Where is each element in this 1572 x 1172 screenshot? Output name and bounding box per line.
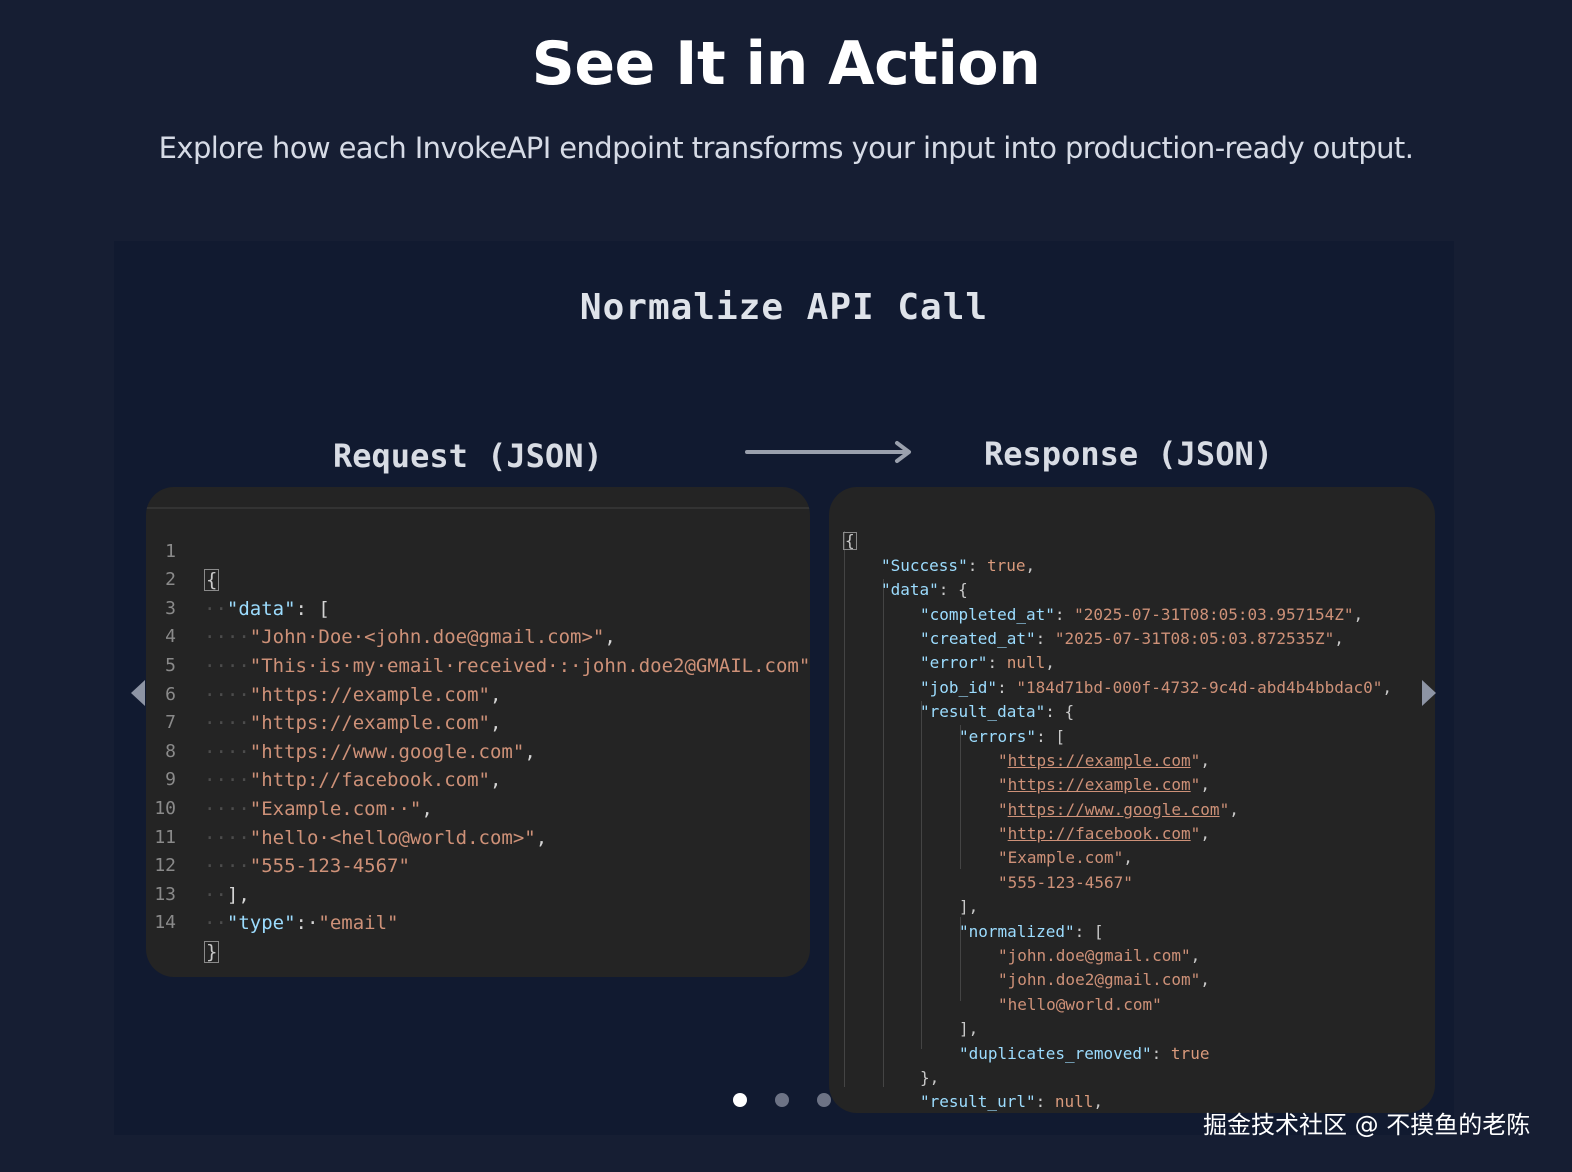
json-key: "created_at" — [920, 628, 1036, 648]
request-label: Request (JSON) — [333, 437, 603, 475]
response-code-lines: { "Success": true, "data": { "completed_… — [829, 505, 1393, 1112]
response-code-viewer[interactable]: { "Success": true, "data": { "completed_… — [829, 487, 1435, 1113]
json-key: "completed_at" — [920, 604, 1055, 624]
json-string: "Example.com··" — [249, 797, 422, 820]
code-line: 1 { — [146, 509, 238, 592]
json-value: true — [1170, 1043, 1210, 1063]
code-line: "https://example.com", — [998, 750, 1210, 770]
json-string: "https://example.com" — [249, 683, 490, 706]
json-string: "john.doe@gmail.com" — [998, 946, 1191, 966]
code-line: "result_url": null, — [920, 1092, 1104, 1112]
json-string: "https://www.google.com" — [249, 740, 525, 763]
code-line: "https://www.google.com", — [998, 799, 1239, 819]
json-key: "result_data" — [920, 702, 1046, 722]
code-line: "Success": true, — [881, 555, 1036, 575]
code-line: "duplicates_removed": true — [959, 1043, 1210, 1063]
close-brace: } — [204, 940, 220, 963]
indent-guide — [921, 701, 922, 1049]
json-key: "error" — [920, 653, 988, 673]
json-key: "job_id" — [920, 677, 998, 697]
editor-divider — [146, 507, 810, 509]
code-line: 11 ····"555-123-4567" — [146, 795, 410, 878]
error-link[interactable]: https://example.com — [1008, 751, 1191, 770]
code-line: "data": { — [881, 580, 968, 600]
code-line: 10 ····"hello·<hello@world.com>", — [146, 766, 547, 849]
code-line: "created_at": "2025-07-31T08:05:03.87253… — [920, 628, 1344, 648]
json-key: "errors" — [959, 726, 1037, 746]
arrow-right-icon — [745, 441, 911, 463]
code-line: 9 ····"Example.com··", — [146, 738, 433, 820]
code-line: 12 ··], — [146, 824, 249, 906]
carousel-dot-3[interactable] — [817, 1093, 831, 1107]
triangle-left-icon — [131, 680, 145, 706]
error-link[interactable]: https://example.com — [1008, 775, 1191, 794]
code-line: "john.doe@gmail.com", — [998, 946, 1201, 966]
json-punct: : [ — [295, 597, 330, 620]
code-line: "http://facebook.com", — [998, 824, 1210, 844]
page: See It in Action Explore how each Invoke… — [0, 0, 1572, 1172]
code-line: }, — [920, 1068, 940, 1087]
code-line: 14 } — [146, 881, 238, 963]
code-line: "https://example.com", — [998, 775, 1210, 795]
page-subtitle: Explore how each InvokeAPI endpoint tran… — [158, 131, 1414, 165]
code-line: 6 ····"https://example.com", — [146, 652, 501, 735]
triangle-right-icon — [1422, 680, 1436, 706]
code-line: "john.doe2@gmail.com", — [998, 970, 1210, 990]
json-string: "555-123-4567" — [249, 855, 410, 878]
request-code-lines: 1 { 2 ··"data": [ 3 ····"John·Doe·<john.… — [146, 509, 810, 963]
page-title: See It in Action — [531, 29, 1041, 99]
line-number: 14 — [154, 912, 176, 934]
json-string: "2025-07-31T08:05:03.872535Z" — [1054, 628, 1335, 648]
json-key: "normalized" — [959, 921, 1075, 941]
json-string: "http://facebook.com" — [249, 769, 490, 792]
code-line: "555-123-4567" — [829, 846, 1133, 892]
carousel-dot-2[interactable] — [775, 1093, 789, 1107]
response-label: Response (JSON) — [984, 435, 1273, 473]
carousel-next-button[interactable] — [1421, 679, 1437, 707]
code-line: 2 ··"data": [ — [146, 538, 330, 620]
slide-title: Normalize API Call — [579, 287, 989, 328]
code-line: 3 ····"John·Doe·<john.doe@gmail.com>", — [146, 566, 616, 649]
json-key: "result_url" — [920, 1092, 1036, 1112]
code-line: "result_data": { — [920, 702, 1075, 722]
code-line: ], — [959, 1019, 979, 1039]
json-string: "555-123-4567" — [998, 872, 1133, 892]
json-string: "https://example.com" — [249, 712, 490, 735]
carousel-dot-1[interactable] — [733, 1093, 747, 1107]
json-string: "email" — [318, 912, 399, 935]
code-line: 8 ····"http://facebook.com", — [146, 709, 501, 792]
code-line: ], — [959, 897, 979, 917]
json-key: "duplicates_removed" — [959, 1043, 1152, 1063]
carousel-prev-button[interactable] — [130, 679, 146, 707]
code-line: "hello@world.com" — [829, 968, 1162, 1014]
code-line: "normalized": [ — [959, 921, 1104, 941]
code-line: "job_id": "184d71bd-000f-4732-9c4d-abd4b… — [920, 677, 1393, 697]
json-string: "hello@world.com" — [998, 994, 1162, 1014]
error-link[interactable]: https://www.google.com — [1008, 800, 1220, 819]
json-string: "Example.com" — [998, 848, 1124, 868]
code-line: 5 ····"https://example.com", — [146, 623, 501, 706]
watermark: 掘金技术社区 @ 不摸鱼的老陈 — [1203, 1111, 1531, 1139]
code-line: "Example.com", — [998, 848, 1133, 868]
code-line: 7 ····"https://www.google.com", — [146, 681, 536, 763]
code-line: 4 ····"This·is·my·email·received·:·john.… — [146, 595, 810, 677]
json-value: null — [1054, 1092, 1094, 1112]
json-string: "John·Doe·<john.doe@gmail.com>" — [249, 626, 605, 649]
json-string: "hello·<hello@world.com>" — [249, 826, 536, 849]
code-line: 13 ··"type":·"email" — [146, 852, 398, 935]
error-link[interactable]: http://facebook.com — [1008, 824, 1191, 843]
json-value: true — [986, 555, 1026, 575]
code-line: "errors": [ — [959, 726, 1065, 746]
json-string: "2025-07-31T08:05:03.957154Z" — [1074, 604, 1354, 624]
json-punct: :· — [295, 912, 319, 935]
json-value: null — [1006, 653, 1046, 673]
json-string: "184d71bd-000f-4732-9c4d-abd4b4bbdac0" — [1016, 677, 1383, 697]
json-string: "This·is·my·email·received·:·john.doe2@G… — [249, 654, 810, 677]
code-line: { — [829, 505, 906, 551]
json-string: "john.doe2@gmail.com" — [998, 970, 1201, 990]
code-line: "error": null, — [920, 653, 1055, 673]
request-code-editor[interactable]: 1 { 2 ··"data": [ 3 ····"John·Doe·<john.… — [146, 487, 810, 977]
code-line: "completed_at": "2025-07-31T08:05:03.957… — [920, 604, 1364, 624]
